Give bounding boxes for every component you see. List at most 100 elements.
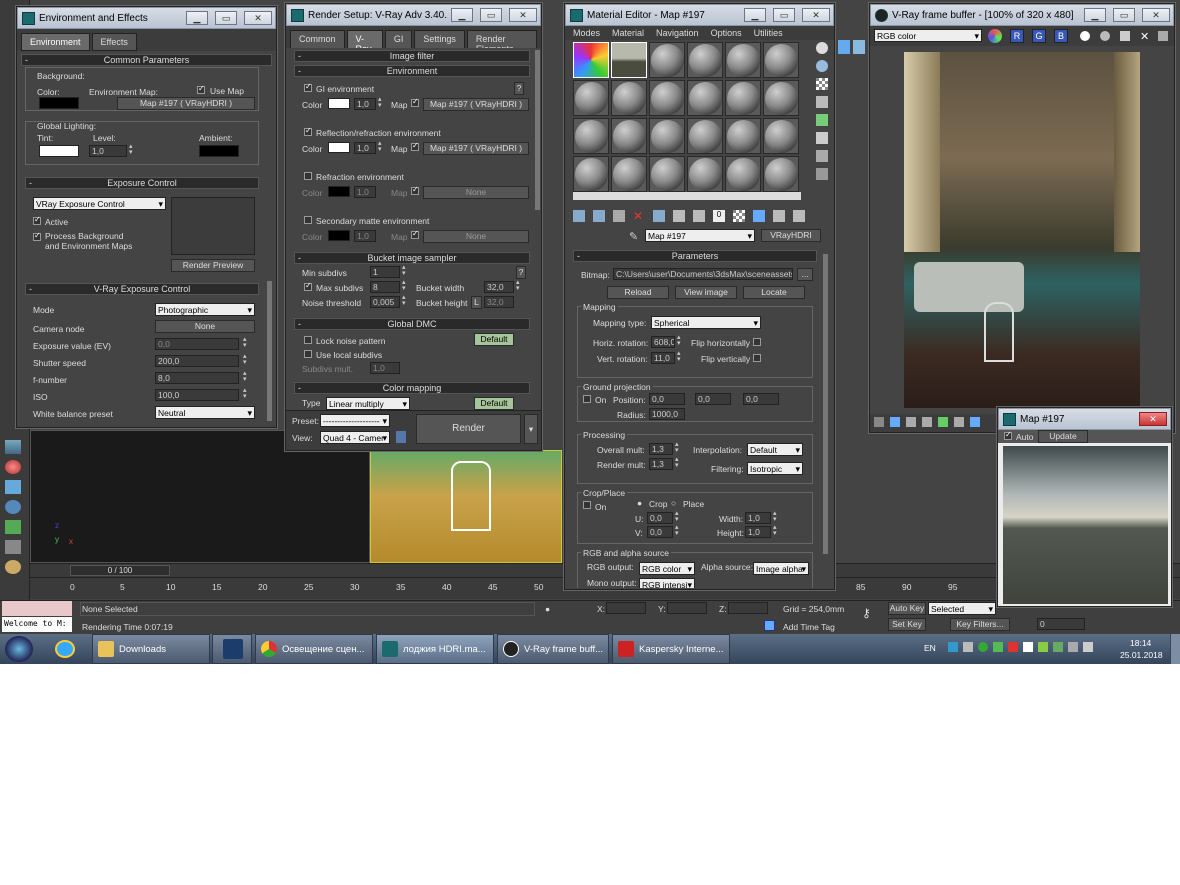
maximize-button[interactable]: ▭ xyxy=(773,8,795,22)
lock-noise-checkbox[interactable] xyxy=(304,336,312,344)
maxscript-listener[interactable]: Welcome to M: xyxy=(2,617,72,632)
hierarchy-icon[interactable] xyxy=(5,480,21,494)
background-icon[interactable] xyxy=(816,78,828,90)
max-subdivs-checkbox[interactable] xyxy=(304,281,312,291)
backlight-icon[interactable] xyxy=(816,60,828,72)
view-select[interactable]: Quad 4 - Camer xyxy=(320,431,390,444)
options-icon[interactable] xyxy=(816,150,828,162)
save-image-icon[interactable] xyxy=(1120,31,1130,41)
menu-modes[interactable]: Modes xyxy=(573,26,600,40)
material-slot[interactable] xyxy=(649,80,685,116)
material-icon[interactable] xyxy=(5,460,21,474)
preset-select[interactable]: -------------------- xyxy=(320,414,390,427)
render-production-icon[interactable] xyxy=(853,40,865,54)
volume-icon[interactable] xyxy=(1083,642,1093,652)
ie-icon[interactable] xyxy=(55,640,75,658)
vfb-status-icon[interactable] xyxy=(890,417,900,427)
lock-icon[interactable]: ● xyxy=(545,604,550,614)
exposure-type-select[interactable]: VRay Exposure Control xyxy=(33,197,166,210)
level-field[interactable]: 1,0 xyxy=(89,145,127,157)
minimize-button[interactable]: ▁ xyxy=(451,8,473,22)
update-button[interactable]: Update xyxy=(1038,430,1088,443)
maximize-button[interactable]: ▭ xyxy=(1113,8,1135,22)
menu-material[interactable]: Material xyxy=(612,26,644,40)
material-slot[interactable] xyxy=(725,42,761,78)
taskbar-vray-fb[interactable]: V-Ray frame buff... xyxy=(497,634,609,664)
camera-node-button[interactable]: None xyxy=(155,320,255,333)
material-slot[interactable] xyxy=(649,156,685,192)
uv-tiling-icon[interactable] xyxy=(816,96,828,108)
render-image[interactable] xyxy=(904,52,1140,408)
bitmap-browse[interactable]: ... xyxy=(797,268,813,281)
put-to-library-icon[interactable] xyxy=(693,210,705,222)
pos-y-field[interactable]: 0,0 xyxy=(695,393,731,405)
interp-select[interactable]: Default xyxy=(747,443,803,456)
close-button[interactable]: ✕ xyxy=(1142,8,1170,22)
mat-scrollbar[interactable] xyxy=(823,254,828,554)
blue-channel-button[interactable]: B xyxy=(1054,29,1068,43)
cm-type-select[interactable]: Linear multiply xyxy=(326,397,410,410)
teapot-icon[interactable] xyxy=(5,560,21,574)
pos-z-field[interactable]: 0,0 xyxy=(743,393,779,405)
material-slot[interactable] xyxy=(573,156,609,192)
video-check-icon[interactable] xyxy=(816,114,828,126)
material-slot[interactable] xyxy=(573,118,609,154)
width-field[interactable]: 1,0 xyxy=(745,512,771,524)
render-frame-icon[interactable] xyxy=(838,40,850,54)
flip-v-checkbox[interactable] xyxy=(753,354,761,362)
height-spinner[interactable] xyxy=(773,523,779,538)
clock-date[interactable]: 25.01.2018 xyxy=(1120,650,1163,660)
bucket-height-field[interactable]: 32,0 xyxy=(484,296,514,308)
map-type-button[interactable]: VRayHDRI xyxy=(761,229,821,242)
color-mapping-header[interactable]: Color mapping xyxy=(294,382,530,394)
material-slot[interactable] xyxy=(687,80,723,116)
locate-button[interactable]: Locate xyxy=(743,286,805,299)
make-preview-icon[interactable] xyxy=(816,132,828,144)
assign-material-icon[interactable] xyxy=(613,210,625,222)
gi-mult-spinner[interactable] xyxy=(378,95,384,110)
tray-icon[interactable] xyxy=(963,642,973,652)
tray-icon[interactable] xyxy=(978,642,988,652)
material-slot[interactable] xyxy=(725,118,761,154)
refl-mult-field[interactable]: 1,0 xyxy=(354,142,376,154)
clear-image-icon[interactable]: ✕ xyxy=(1140,30,1149,43)
gi-mult-field[interactable]: 1,0 xyxy=(354,98,376,110)
vfb-titlebar[interactable]: V-Ray frame buffer - [100% of 320 x 480]… xyxy=(870,4,1174,26)
close-button[interactable]: ✕ xyxy=(509,8,537,22)
sec-map-checkbox[interactable] xyxy=(411,229,419,239)
overall-mult-field[interactable]: 1,3 xyxy=(649,443,673,455)
copy-material-icon[interactable] xyxy=(653,210,665,222)
key-filters-button[interactable]: Key Filters... xyxy=(950,618,1010,631)
make-unique-icon[interactable] xyxy=(673,210,685,222)
clock-time[interactable]: 18:14 xyxy=(1130,638,1151,648)
pos-x-field[interactable]: 0,0 xyxy=(649,393,685,405)
time-slider-thumb[interactable]: 0 / 100 xyxy=(70,565,170,576)
process-bg-checkbox[interactable] xyxy=(33,231,41,241)
rgb-out-select[interactable]: RGB color xyxy=(639,562,695,575)
minimize-button[interactable]: ▁ xyxy=(744,8,766,22)
use-local-checkbox[interactable] xyxy=(304,350,312,358)
cm-default-button[interactable]: Default xyxy=(474,397,514,410)
render-icon[interactable] xyxy=(5,540,21,554)
fnumber-field[interactable]: 8,0 xyxy=(155,372,239,384)
menu-utilities[interactable]: Utilities xyxy=(754,26,783,40)
sec-color-swatch[interactable] xyxy=(328,230,350,241)
y-coord[interactable] xyxy=(667,602,707,614)
material-slot[interactable] xyxy=(611,80,647,116)
close-button[interactable]: ✕ xyxy=(1139,412,1167,426)
tray-icon[interactable] xyxy=(948,642,958,652)
noise-threshold-spinner[interactable] xyxy=(402,293,408,308)
menu-navigation[interactable]: Navigation xyxy=(656,26,699,40)
select-by-material-icon[interactable] xyxy=(816,168,828,180)
env-titlebar[interactable]: Environment and Effects ▁ ▭ ✕ xyxy=(17,7,276,29)
channel-select[interactable]: RGB color xyxy=(874,29,982,42)
color-correction-icon[interactable] xyxy=(988,29,1002,43)
refl-map-button[interactable]: Map #197 ( VRayHDRI ) xyxy=(423,142,529,155)
ambient-swatch[interactable] xyxy=(199,145,239,157)
material-slot[interactable] xyxy=(725,156,761,192)
material-slot[interactable] xyxy=(573,42,609,78)
vfb-status-icon[interactable] xyxy=(906,417,916,427)
render-button[interactable]: Render xyxy=(416,414,521,444)
render-scrollbar[interactable] xyxy=(535,50,540,210)
material-slot[interactable] xyxy=(687,118,723,154)
